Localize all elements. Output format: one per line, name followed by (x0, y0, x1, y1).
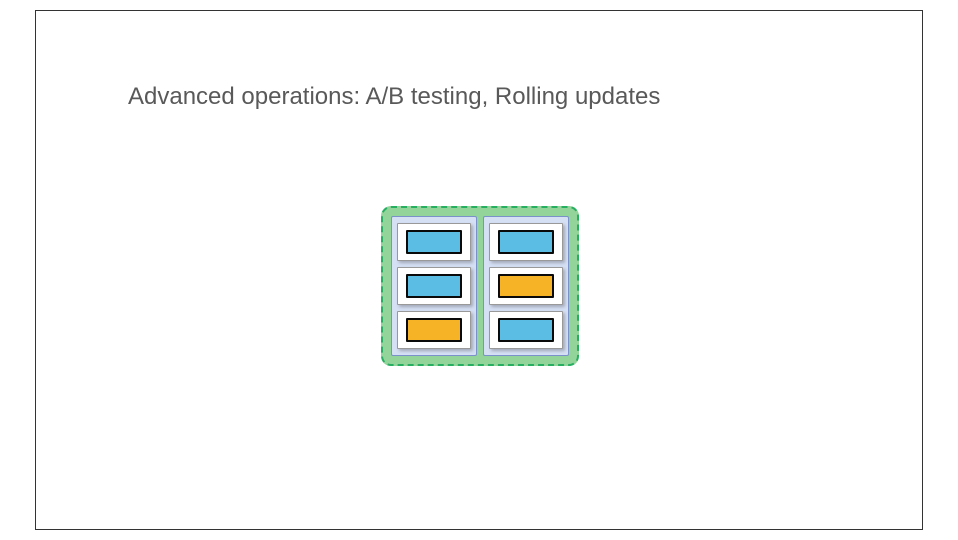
slide-title: Advanced operations: A/B testing, Rollin… (128, 83, 660, 111)
pod-column-right (483, 216, 569, 356)
pod-cell (397, 223, 471, 261)
pod-column-left (391, 216, 477, 356)
pod-box (406, 274, 462, 298)
pod-box (498, 274, 554, 298)
pod-cell (397, 311, 471, 349)
pod-cell (489, 223, 563, 261)
slide-frame: Advanced operations: A/B testing, Rollin… (35, 10, 923, 530)
service-container (381, 206, 579, 366)
pod-box (498, 230, 554, 254)
pod-cell (489, 311, 563, 349)
pod-box (406, 318, 462, 342)
pod-box (406, 230, 462, 254)
pod-box (498, 318, 554, 342)
pod-cell (397, 267, 471, 305)
pod-cell (489, 267, 563, 305)
